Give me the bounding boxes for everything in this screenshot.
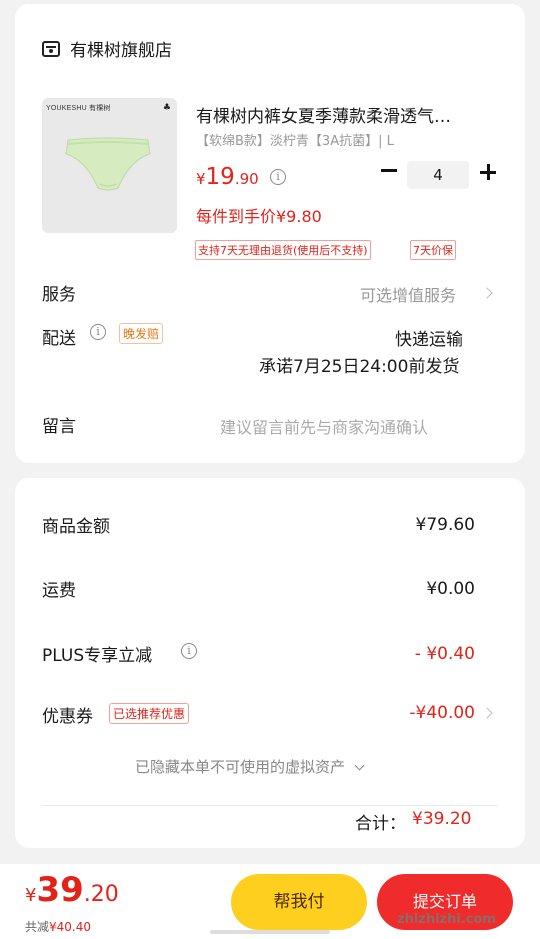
underwear-image: [65, 137, 151, 191]
store-header[interactable]: 有棵树旗舰店: [42, 36, 172, 61]
shipping-fee-value: ¥0.00: [426, 579, 475, 599]
shipping-fee-label: 运费: [42, 581, 76, 601]
plus-info-icon[interactable]: i: [181, 643, 197, 659]
per-item-price: 每件到手价¥9.80: [196, 207, 322, 226]
shipping-label: 配送: [42, 329, 76, 349]
plus-button[interactable]: [480, 164, 496, 180]
total-value: ¥39.20: [412, 809, 472, 829]
bottom-total-price: ¥39.20: [25, 870, 119, 910]
goods-amount-value: ¥79.60: [415, 515, 475, 535]
bottom-price-integer: 39: [36, 870, 84, 910]
price-protect-tag: 7天价保: [410, 240, 456, 260]
product-image[interactable]: YOUKESHU 有棵树 ♣: [42, 98, 177, 233]
goods-amount-label: 商品金额: [42, 517, 110, 537]
note-input[interactable]: 建议留言前先与商家沟通确认: [220, 414, 428, 438]
help-pay-button[interactable]: 帮我付: [231, 874, 367, 930]
shipping-promise: 承诺7月25日24:00前发货: [259, 357, 460, 377]
plus-discount-label: PLUS专享立减: [42, 646, 153, 666]
plus-discount-value: - ¥0.40: [414, 644, 475, 664]
saved-label: 共减: [25, 920, 50, 934]
bottom-price-decimal: .20: [83, 882, 119, 907]
coupon-label: 优惠券: [42, 707, 93, 727]
note-label: 留言: [42, 417, 76, 437]
chevron-right-icon[interactable]: [481, 287, 493, 299]
service-label: 服务: [42, 285, 76, 305]
price-integer: 19: [205, 164, 235, 190]
shipping-method[interactable]: 快递运输: [395, 325, 463, 350]
minus-button[interactable]: [381, 169, 397, 172]
hidden-assets-text: 已隐藏本单不可使用的虚拟资产: [135, 758, 346, 776]
shipping-info-icon[interactable]: i: [90, 324, 106, 340]
coupon-value[interactable]: -¥40.00: [409, 703, 475, 723]
clover-icon: ♣: [162, 103, 171, 113]
order-item-card: 有棵树旗舰店 YOUKESHU 有棵树 ♣ 有棵树内裤女夏季薄款柔滑透气… 【软…: [15, 4, 525, 463]
store-name: 有棵树旗舰店: [70, 41, 172, 61]
total-label: 合计：: [355, 814, 406, 834]
price-decimal: .90: [234, 170, 259, 188]
product-spec[interactable]: 【软绵B款】淡柠青【3A抗菌】| L: [196, 130, 394, 149]
service-value[interactable]: 可选增值服务: [360, 282, 456, 306]
late-compensation-tag[interactable]: 晚发赔: [119, 323, 164, 344]
bottom-saved: 共减¥40.40: [25, 918, 91, 935]
product-price: ¥19.90: [196, 164, 259, 190]
checkout-bar: ¥39.20 共减¥40.40 帮我付 提交订单 zhizhizhi.com: [0, 864, 540, 939]
return-policy-tag: 支持7天无理由退货(使用后不支持): [195, 240, 371, 260]
product-brand: YOUKESHU 有棵树: [46, 105, 111, 112]
product-title[interactable]: 有棵树内裤女夏季薄款柔滑透气…: [196, 102, 496, 127]
bottom-price-symbol: ¥: [25, 885, 37, 906]
home-indicator: [210, 930, 330, 934]
watermark-text: zhizhizhi.com: [397, 912, 496, 927]
hidden-assets-toggle[interactable]: 已隐藏本单不可使用的虚拟资产: [135, 756, 365, 777]
chevron-right-icon[interactable]: [481, 707, 493, 719]
quantity-input[interactable]: 4: [407, 161, 469, 189]
price-symbol: ¥: [196, 170, 206, 188]
saved-value: ¥40.40: [49, 920, 92, 934]
price-summary-card: 商品金额 ¥79.60 运费 ¥0.00 PLUS专享立减 i - ¥0.40 …: [15, 478, 525, 848]
divider: [42, 805, 498, 806]
store-icon: [42, 40, 60, 57]
price-info-icon[interactable]: i: [270, 169, 286, 185]
coupon-recommend-tag[interactable]: 已选推荐优惠: [109, 703, 190, 724]
chevron-down-icon: [354, 760, 365, 771]
